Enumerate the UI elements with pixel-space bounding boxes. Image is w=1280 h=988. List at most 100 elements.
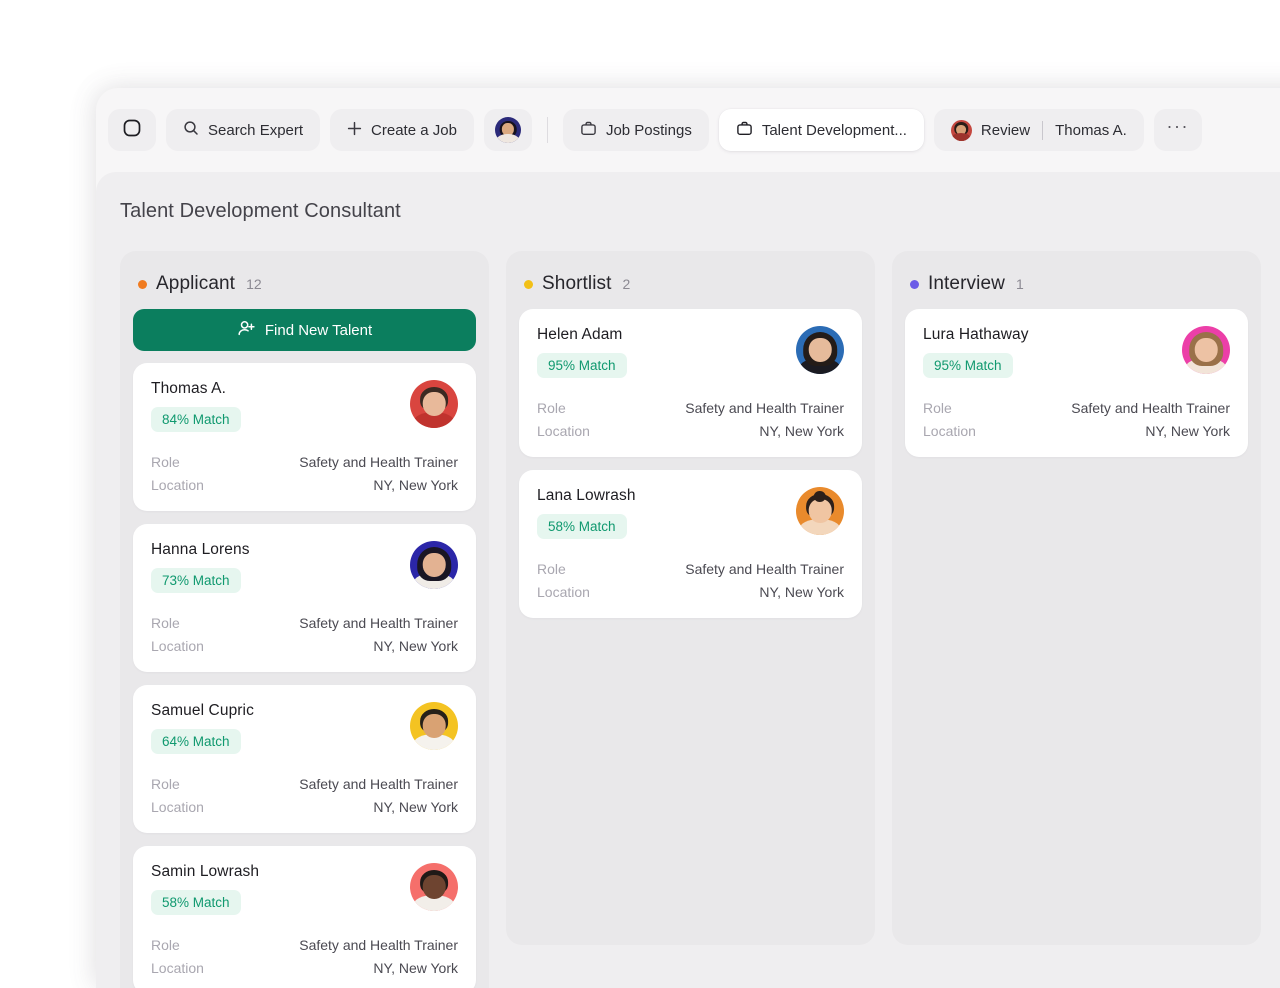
candidate-card[interactable]: Hanna Lorens 73% Match Role Safety and Heal… bbox=[133, 524, 476, 672]
card-identity: Lura Hathaway 95% Match bbox=[923, 326, 1029, 378]
card-identity: Samuel Cupric 64% Match bbox=[151, 702, 254, 754]
role-value: Safety and Health Trainer bbox=[299, 615, 458, 631]
content-area: Talent Development Consultant Applicant 1… bbox=[96, 172, 1280, 988]
status-dot-icon bbox=[910, 279, 919, 289]
match-badge: 64% Match bbox=[151, 729, 241, 754]
meta-row-role: Role Safety and Health Trainer bbox=[151, 454, 458, 470]
status-dot-icon bbox=[138, 279, 147, 289]
card-meta: Role Safety and Health Trainer Location NY,… bbox=[151, 776, 458, 815]
meta-row-role: Role Safety and Health Trainer bbox=[151, 776, 458, 792]
card-identity: Helen Adam 95% Match bbox=[537, 326, 627, 378]
location-label: Location bbox=[151, 799, 204, 815]
kanban-column-interview: Interview 1 Lura Hathaway 95% Match Role Safe… bbox=[892, 251, 1261, 945]
candidate-avatar bbox=[796, 326, 844, 374]
column-count: 12 bbox=[246, 276, 262, 292]
column-count: 1 bbox=[1015, 276, 1024, 292]
search-expert-button[interactable]: Search Expert bbox=[166, 109, 321, 151]
location-label: Location bbox=[151, 960, 204, 976]
search-expert-label: Search Expert bbox=[208, 121, 304, 139]
role-label: Role bbox=[923, 400, 952, 416]
card-header: Helen Adam 95% Match bbox=[537, 326, 844, 378]
meta-row-location: Location NY, New York bbox=[151, 799, 458, 815]
card-meta: Role Safety and Health Trainer Location NY,… bbox=[151, 937, 458, 976]
job-postings-label: Job Postings bbox=[605, 121, 692, 139]
briefcase-icon bbox=[580, 120, 597, 141]
candidate-card[interactable]: Samin Lowrash 58% Match Role Safety and Hea… bbox=[133, 846, 476, 988]
rounded-square-logo-icon bbox=[122, 118, 142, 142]
candidate-name: Thomas A. bbox=[151, 380, 226, 397]
meta-row-location: Location NY, New York bbox=[151, 638, 458, 654]
meta-row-role: Role Safety and Health Trainer bbox=[537, 400, 844, 416]
current-user-avatar-button[interactable] bbox=[483, 109, 532, 151]
talent-development-tab[interactable]: Talent Development... bbox=[718, 109, 924, 151]
role-value: Safety and Health Trainer bbox=[299, 937, 458, 953]
kanban-column-shortlist: Shortlist 2 Helen Adam 95% Match Role Safety … bbox=[506, 251, 875, 945]
meta-row-role: Role Safety and Health Trainer bbox=[537, 561, 844, 577]
meta-row-location: Location NY, New York bbox=[923, 423, 1230, 439]
candidate-name: Hanna Lorens bbox=[151, 541, 250, 558]
role-label: Role bbox=[151, 454, 180, 470]
create-job-button[interactable]: Create a Job bbox=[330, 109, 474, 151]
role-label: Role bbox=[151, 776, 180, 792]
find-new-talent-label: Find New Talent bbox=[264, 321, 373, 339]
app-window: Search Expert Create a Job Job Postings … bbox=[96, 88, 1280, 988]
review-person-label: Thomas A. bbox=[1055, 121, 1127, 139]
candidate-avatar bbox=[410, 702, 458, 750]
candidate-avatar bbox=[410, 863, 458, 911]
candidate-name: Lana Lowrash bbox=[537, 487, 636, 504]
candidate-name: Samin Lowrash bbox=[151, 863, 260, 880]
briefcase-icon bbox=[736, 120, 753, 141]
meta-row-role: Role Safety and Health Trainer bbox=[151, 615, 458, 631]
column-count: 2 bbox=[622, 276, 631, 292]
location-label: Location bbox=[151, 638, 204, 654]
candidate-name: Samuel Cupric bbox=[151, 702, 254, 719]
card-identity: Samin Lowrash 58% Match bbox=[151, 863, 259, 915]
location-label: Location bbox=[537, 584, 590, 600]
role-label: Role bbox=[151, 615, 180, 631]
avatar bbox=[950, 119, 972, 141]
app-logo-button[interactable] bbox=[108, 109, 156, 151]
role-value: Safety and Health Trainer bbox=[299, 454, 458, 470]
card-header: Thomas A. 84% Match bbox=[151, 380, 458, 432]
candidate-name: Helen Adam bbox=[537, 326, 623, 343]
card-header: Samin Lowrash 58% Match bbox=[151, 863, 458, 915]
location-value: NY, New York bbox=[373, 799, 458, 815]
match-badge: 95% Match bbox=[537, 353, 627, 378]
meta-row-role: Role Safety and Health Trainer bbox=[151, 937, 458, 953]
location-value: NY, New York bbox=[373, 960, 458, 976]
candidate-card[interactable]: Helen Adam 95% Match Role Safety and Health… bbox=[519, 309, 862, 457]
talent-development-label: Talent Development... bbox=[761, 121, 907, 139]
match-badge: 84% Match bbox=[151, 407, 241, 432]
meta-row-location: Location NY, New York bbox=[151, 960, 458, 976]
match-badge: 73% Match bbox=[151, 568, 241, 593]
candidate-card[interactable]: Thomas A. 84% Match Role Safety and Health … bbox=[133, 363, 476, 511]
meta-row-location: Location NY, New York bbox=[537, 423, 844, 439]
status-dot-icon bbox=[524, 279, 533, 289]
candidate-avatar bbox=[1182, 326, 1230, 374]
column-header: Shortlist 2 bbox=[519, 265, 862, 309]
more-options-button[interactable]: ··· bbox=[1153, 109, 1202, 151]
candidate-card[interactable]: Lana Lowrash 58% Match Role Safety and Heal… bbox=[519, 470, 862, 618]
role-value: Safety and Health Trainer bbox=[1071, 400, 1230, 416]
candidate-card[interactable]: Samuel Cupric 64% Match Role Safety and Hea… bbox=[133, 685, 476, 833]
kanban-board: Applicant 12 Find New Talent Thomas A. 84% M… bbox=[120, 251, 1280, 988]
review-divider bbox=[1042, 120, 1044, 140]
card-header: Hanna Lorens 73% Match bbox=[151, 541, 458, 593]
location-label: Location bbox=[923, 423, 976, 439]
location-value: NY, New York bbox=[759, 423, 844, 439]
card-header: Lura Hathaway 95% Match bbox=[923, 326, 1230, 378]
role-value: Safety and Health Trainer bbox=[685, 400, 844, 416]
toolbar-divider bbox=[546, 117, 548, 143]
meta-row-role: Role Safety and Health Trainer bbox=[923, 400, 1230, 416]
card-identity: Thomas A. 84% Match bbox=[151, 380, 241, 432]
job-postings-tab[interactable]: Job Postings bbox=[562, 109, 709, 151]
review-chip[interactable]: Review Thomas A. bbox=[933, 109, 1144, 151]
match-badge: 58% Match bbox=[151, 890, 241, 915]
find-new-talent-button[interactable]: Find New Talent bbox=[133, 309, 476, 351]
card-meta: Role Safety and Health Trainer Location NY,… bbox=[151, 615, 458, 654]
candidate-avatar bbox=[410, 541, 458, 589]
card-meta: Role Safety and Health Trainer Location NY,… bbox=[537, 561, 844, 600]
column-title: Applicant bbox=[156, 273, 236, 294]
role-value: Safety and Health Trainer bbox=[685, 561, 844, 577]
candidate-card[interactable]: Lura Hathaway 95% Match Role Safety and Hea… bbox=[905, 309, 1248, 457]
